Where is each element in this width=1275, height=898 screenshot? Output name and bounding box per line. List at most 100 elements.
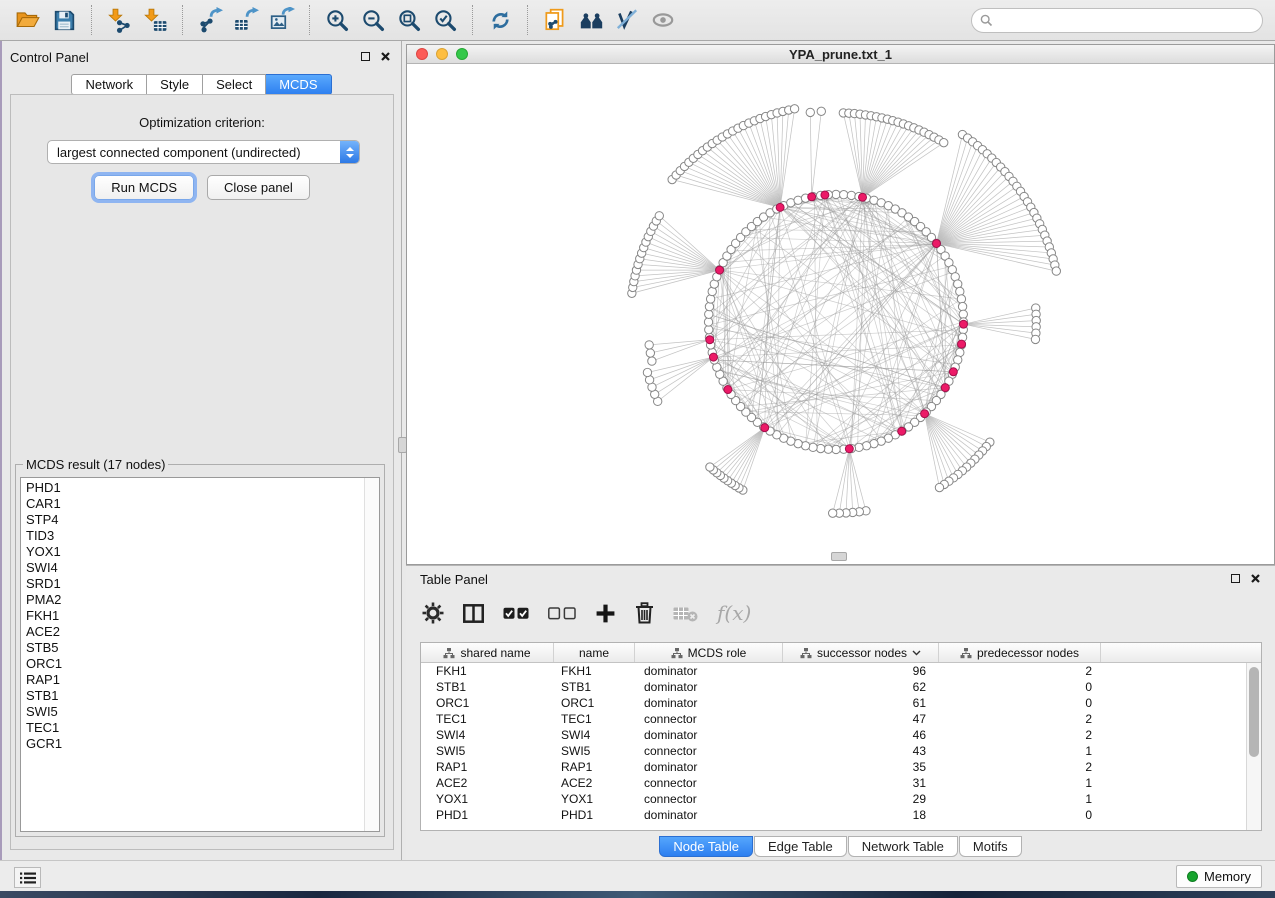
network-hub-node[interactable] bbox=[932, 239, 940, 247]
zoom-fit-button[interactable] bbox=[391, 4, 427, 36]
network-node[interactable] bbox=[646, 349, 654, 357]
network-node[interactable] bbox=[862, 442, 870, 450]
task-history-button[interactable] bbox=[14, 867, 41, 888]
network-node[interactable] bbox=[643, 368, 651, 376]
mcds-result-item[interactable]: PMA2 bbox=[21, 592, 379, 608]
tab-style[interactable]: Style bbox=[147, 74, 203, 95]
tab-network[interactable]: Network bbox=[71, 74, 147, 95]
tab-network-table[interactable]: Network Table bbox=[848, 836, 958, 857]
run-mcds-button[interactable]: Run MCDS bbox=[94, 175, 194, 200]
table-row[interactable]: RAP1RAP1dominator352 bbox=[421, 759, 1261, 775]
clone-network-button[interactable] bbox=[537, 4, 573, 36]
network-hub-node[interactable] bbox=[960, 320, 968, 328]
network-node[interactable] bbox=[817, 107, 825, 115]
network-node[interactable] bbox=[959, 310, 967, 318]
float-table-panel-icon[interactable] bbox=[1231, 574, 1240, 583]
network-hub-node[interactable] bbox=[921, 410, 929, 418]
network-graph[interactable] bbox=[407, 64, 1274, 564]
table-row[interactable]: SWI4SWI4dominator462 bbox=[421, 727, 1261, 743]
network-hub-node[interactable] bbox=[898, 427, 906, 435]
network-hub-node[interactable] bbox=[808, 193, 816, 201]
mcds-result-item[interactable]: ACE2 bbox=[21, 624, 379, 640]
zoom-out-button[interactable] bbox=[355, 4, 391, 36]
network-node[interactable] bbox=[648, 357, 656, 365]
deselect-all-button[interactable] bbox=[548, 607, 576, 620]
mcds-result-item[interactable]: STB5 bbox=[21, 640, 379, 656]
network-canvas[interactable] bbox=[407, 64, 1274, 564]
network-node[interactable] bbox=[940, 138, 948, 146]
network-node[interactable] bbox=[816, 444, 824, 452]
import-table-button[interactable] bbox=[137, 4, 173, 36]
network-node[interactable] bbox=[855, 443, 863, 451]
mcds-result-item[interactable]: STP4 bbox=[21, 512, 379, 528]
delete-column-button[interactable] bbox=[635, 602, 654, 624]
open-session-button[interactable] bbox=[10, 4, 46, 36]
search-input[interactable] bbox=[998, 14, 1254, 28]
table-row[interactable]: ORC1ORC1dominator610 bbox=[421, 695, 1261, 711]
network-node[interactable] bbox=[1031, 335, 1039, 343]
network-hub-node[interactable] bbox=[706, 336, 714, 344]
mcds-result-item[interactable]: SWI4 bbox=[21, 560, 379, 576]
network-node[interactable] bbox=[956, 287, 964, 295]
close-table-panel-icon[interactable] bbox=[1250, 573, 1261, 584]
table-row[interactable]: TEC1TEC1connector472 bbox=[421, 711, 1261, 727]
zoom-selected-button[interactable] bbox=[427, 4, 463, 36]
minimize-window-icon[interactable] bbox=[436, 48, 448, 60]
network-node[interactable] bbox=[705, 310, 713, 318]
export-table-button[interactable] bbox=[228, 4, 264, 36]
network-hub-node[interactable] bbox=[845, 445, 853, 453]
network-node[interactable] bbox=[655, 212, 663, 220]
export-image-button[interactable] bbox=[264, 4, 300, 36]
table-row[interactable]: FKH1FKH1dominator962 bbox=[421, 663, 1261, 679]
mcds-result-item[interactable]: GCR1 bbox=[21, 736, 379, 752]
table-row[interactable]: SWI5SWI5connector431 bbox=[421, 743, 1261, 759]
mcds-result-item[interactable]: TEC1 bbox=[21, 720, 379, 736]
table-scrollbar[interactable] bbox=[1246, 663, 1261, 830]
network-hub-node[interactable] bbox=[958, 340, 966, 348]
maximize-window-icon[interactable] bbox=[456, 48, 468, 60]
network-node[interactable] bbox=[958, 302, 966, 310]
add-column-button[interactable] bbox=[595, 603, 616, 624]
network-node[interactable] bbox=[1052, 267, 1060, 275]
mcds-result-item[interactable]: SRD1 bbox=[21, 576, 379, 592]
apply-layout-button[interactable] bbox=[482, 4, 518, 36]
network-node[interactable] bbox=[832, 445, 840, 453]
network-node[interactable] bbox=[847, 191, 855, 199]
network-node[interactable] bbox=[806, 108, 814, 116]
network-hub-node[interactable] bbox=[859, 193, 867, 201]
network-node[interactable] bbox=[828, 509, 836, 517]
network-hub-node[interactable] bbox=[761, 424, 769, 432]
network-node[interactable] bbox=[935, 483, 943, 491]
mcds-result-item[interactable]: STB1 bbox=[21, 688, 379, 704]
network-hub-node[interactable] bbox=[716, 266, 724, 274]
show-columns-button[interactable] bbox=[463, 604, 484, 623]
mcds-result-item[interactable]: TID3 bbox=[21, 528, 379, 544]
table-row[interactable]: PHD1PHD1dominator180 bbox=[421, 807, 1261, 823]
column-header-successor-nodes[interactable]: successor nodes bbox=[783, 643, 939, 662]
close-window-icon[interactable] bbox=[416, 48, 428, 60]
mcds-result-item[interactable]: SWI5 bbox=[21, 704, 379, 720]
tab-edge-table[interactable]: Edge Table bbox=[754, 836, 847, 857]
network-node[interactable] bbox=[704, 318, 712, 326]
tab-select[interactable]: Select bbox=[203, 74, 266, 95]
network-hub-node[interactable] bbox=[724, 386, 732, 394]
select-all-button[interactable] bbox=[503, 607, 529, 620]
network-hub-node[interactable] bbox=[776, 203, 784, 211]
horizontal-splitter-handle[interactable] bbox=[831, 552, 847, 561]
hide-graphics-details-button[interactable] bbox=[609, 4, 645, 36]
network-node[interactable] bbox=[957, 295, 965, 303]
column-header-shared-name[interactable]: shared name bbox=[421, 643, 554, 662]
show-graphics-details-button[interactable] bbox=[645, 4, 681, 36]
column-header-name[interactable]: name bbox=[554, 643, 635, 662]
network-node[interactable] bbox=[705, 325, 713, 333]
network-node[interactable] bbox=[790, 105, 798, 113]
network-node[interactable] bbox=[706, 463, 714, 471]
network-node[interactable] bbox=[809, 443, 817, 451]
mcds-result-item[interactable]: RAP1 bbox=[21, 672, 379, 688]
table-scrollbar-thumb[interactable] bbox=[1249, 667, 1259, 757]
column-header-mcds-role[interactable]: MCDS role bbox=[635, 643, 783, 662]
criterion-select[interactable]: largest connected component (undirected) bbox=[47, 140, 360, 164]
close-panel-button[interactable]: Close panel bbox=[207, 175, 310, 200]
float-panel-icon[interactable] bbox=[361, 52, 370, 61]
table-row[interactable]: ACE2ACE2connector311 bbox=[421, 775, 1261, 791]
